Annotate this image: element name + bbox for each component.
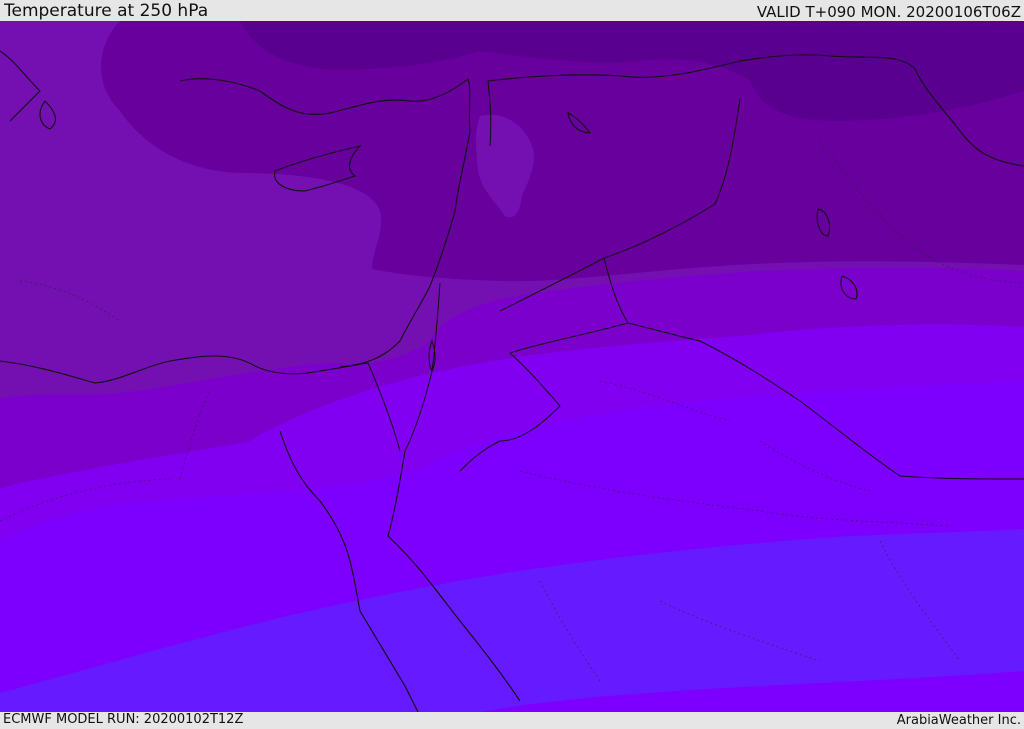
valid-time: VALID T+090 MON. 20200106T06Z xyxy=(756,3,1021,21)
map-header: Temperature at 250 hPa VALID T+090 MON. … xyxy=(0,0,1024,21)
brand-credit: ArabiaWeather Inc. xyxy=(896,713,1021,728)
weather-map[interactable] xyxy=(0,21,1024,712)
model-run: ECMWF MODEL RUN: 20200102T12Z xyxy=(3,712,244,727)
map-canvas xyxy=(0,21,1024,712)
map-footer: ECMWF MODEL RUN: 20200102T12Z ArabiaWeat… xyxy=(0,712,1024,729)
map-title: Temperature at 250 hPa xyxy=(4,1,209,21)
